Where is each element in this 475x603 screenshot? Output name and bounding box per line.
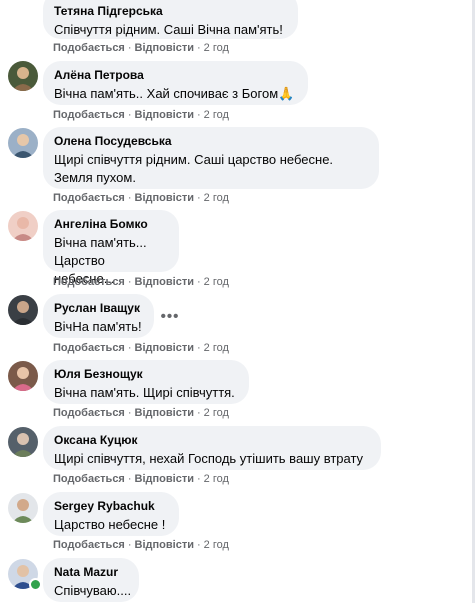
comment-text: Вічна пам'ять. Щирі співчуття.	[54, 385, 235, 400]
like-link[interactable]: Подобається	[53, 42, 125, 54]
comment-time[interactable]: 2 год	[204, 539, 229, 551]
comment-author[interactable]: Ангеліна Бомко	[54, 217, 167, 232]
reply-link[interactable]: Відповісти	[135, 42, 194, 54]
like-link[interactable]: Подобається	[53, 276, 125, 288]
comment-author[interactable]: Алёна Петрова	[54, 68, 296, 83]
reply-link[interactable]: Відповісти	[135, 539, 194, 551]
comment-time[interactable]: 2 год	[204, 407, 229, 419]
avatar[interactable]	[8, 361, 38, 391]
like-link[interactable]: Подобається	[53, 109, 125, 121]
comment-actions: Подобається · Відповісти · 2 год	[53, 192, 229, 204]
comment-bubble: Оксана Куцюк Щирі співчуття, нехай Госпо…	[43, 426, 381, 470]
comment-actions: Подобається · Відповісти · 2 год	[53, 342, 229, 354]
comment-actions: Подобається · Відповісти · 2 год	[53, 109, 229, 121]
avatar[interactable]	[8, 61, 38, 91]
reply-link[interactable]: Відповісти	[135, 342, 194, 354]
comment-bubble: Тетяна Підгерська Співчуття рідним. Саші…	[43, 0, 298, 39]
comment-time[interactable]: 2 год	[204, 342, 229, 354]
reply-link[interactable]: Відповісти	[135, 276, 194, 288]
comment-text: Щирі співчуття рідним. Саші царство небе…	[54, 152, 334, 185]
comment-author[interactable]: Олена Посудевська	[54, 134, 367, 149]
comment-text: Співчуваю....	[54, 583, 132, 598]
reply-link[interactable]: Відповісти	[135, 473, 194, 485]
avatar[interactable]	[8, 427, 38, 457]
avatar[interactable]	[8, 493, 38, 523]
comment-bubble: Алёна Петрова Вічна пам'ять.. Хай спочив…	[43, 61, 308, 105]
like-link[interactable]: Подобається	[53, 539, 125, 551]
comment-text: ВічНа пам'ять!	[54, 319, 142, 334]
comment-actions: Подобається · Відповісти · 2 год	[53, 407, 229, 419]
comment-actions: Подобається · Відповісти · 2 год	[53, 473, 229, 485]
comment-text: Щирі співчуття, нехай Господь утішить ва…	[54, 451, 364, 466]
comment-author[interactable]: Sergey Rybachuk	[54, 499, 167, 514]
reply-link[interactable]: Відповісти	[135, 192, 194, 204]
avatar[interactable]	[8, 128, 38, 158]
comment-bubble: Sergey Rybachuk Царство небесне !	[43, 492, 179, 536]
comment-bubble: Руслан Іващук ВічНа пам'ять!	[43, 294, 154, 338]
reply-link[interactable]: Відповісти	[135, 407, 194, 419]
comment-text: Вічна пам'ять.. Хай спочиває з Богом🙏	[54, 86, 295, 101]
reply-link[interactable]: Відповісти	[135, 109, 194, 121]
like-link[interactable]: Подобається	[53, 407, 125, 419]
comment-bubble: Ангеліна Бомко Вічна пам'ять... Царство …	[43, 210, 179, 286]
avatar[interactable]	[8, 211, 38, 241]
comment-time[interactable]: 2 год	[204, 42, 229, 54]
comment-bubble: Олена Посудевська Щирі співчуття рідним.…	[43, 127, 379, 189]
comment-text: Співчуття рідним. Саші Вічна пам'ять!	[54, 22, 283, 37]
comment-time[interactable]: 2 год	[204, 473, 229, 485]
like-link[interactable]: Подобається	[53, 192, 125, 204]
comment-author[interactable]: Руслан Іващук	[54, 301, 142, 316]
comment-actions: Подобається · Відповісти · 2 год	[53, 539, 229, 551]
more-options-icon[interactable]: •••	[157, 309, 183, 330]
online-status-indicator	[29, 578, 42, 591]
avatar[interactable]	[8, 295, 38, 325]
comment-author[interactable]: Оксана Куцюк	[54, 433, 369, 448]
comment-bubble: Юля Безнощук Вічна пам'ять. Щирі співчут…	[43, 360, 249, 404]
comment-author[interactable]: Nata Mazur	[54, 565, 127, 580]
comment-time[interactable]: 2 год	[204, 192, 229, 204]
comment-author[interactable]: Юля Безнощук	[54, 367, 237, 382]
comment-actions: Подобається · Відповісти · 2 год	[53, 276, 229, 288]
comment-bubble: Nata Mazur Співчуваю....	[43, 558, 139, 602]
comment-time[interactable]: 2 год	[204, 109, 229, 121]
like-link[interactable]: Подобається	[53, 342, 125, 354]
comment-author[interactable]: Тетяна Підгерська	[54, 4, 286, 19]
comment-time[interactable]: 2 год	[204, 276, 229, 288]
comment-actions: Подобається · Відповісти · 2 год	[53, 42, 229, 54]
like-link[interactable]: Подобається	[53, 473, 125, 485]
comment-text: Царство небесне !	[54, 517, 166, 532]
